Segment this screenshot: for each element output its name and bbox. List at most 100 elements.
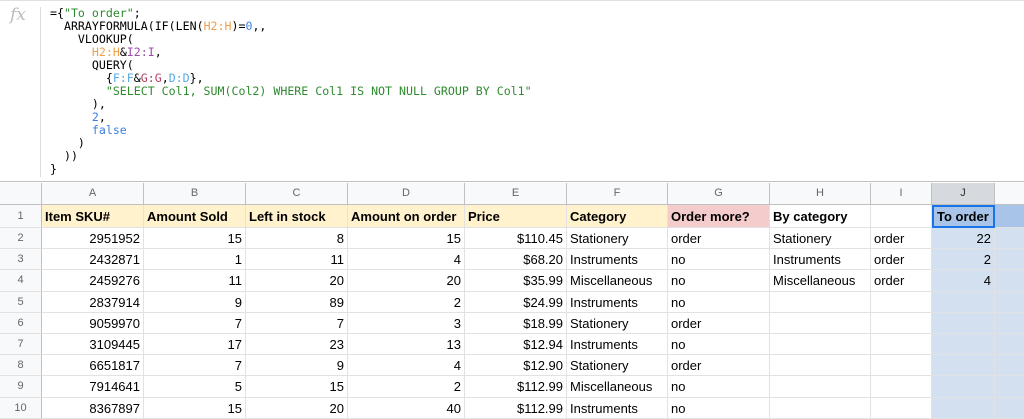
data-cell[interactable]: [770, 291, 871, 313]
row-number[interactable]: 4: [0, 270, 42, 292]
header-cell[interactable]: Amount Sold: [144, 205, 246, 228]
data-cell[interactable]: Stationery: [770, 228, 871, 250]
data-cell[interactable]: order: [871, 249, 932, 271]
row-number[interactable]: 1: [0, 205, 42, 228]
data-cell[interactable]: [995, 270, 1024, 292]
data-cell[interactable]: 15: [144, 397, 246, 419]
data-cell[interactable]: 9: [144, 291, 246, 313]
column-header-i[interactable]: I: [871, 183, 932, 205]
data-cell[interactable]: Stationery: [567, 228, 668, 250]
header-cell[interactable]: Order more?: [668, 205, 770, 228]
row-number[interactable]: 5: [0, 291, 42, 313]
data-cell[interactable]: [770, 355, 871, 377]
data-cell[interactable]: [871, 312, 932, 334]
data-cell[interactable]: no: [668, 376, 770, 398]
data-cell[interactable]: [932, 376, 995, 398]
data-cell[interactable]: Miscellaneous: [770, 270, 871, 292]
data-cell[interactable]: order: [668, 228, 770, 250]
data-cell[interactable]: 20: [246, 397, 348, 419]
data-cell[interactable]: 20: [348, 270, 465, 292]
column-header-e[interactable]: E: [465, 183, 567, 205]
data-cell[interactable]: [995, 334, 1024, 356]
row-number[interactable]: 8: [0, 355, 42, 377]
data-cell[interactable]: 11: [246, 249, 348, 271]
data-cell[interactable]: 2951952: [42, 228, 144, 250]
data-cell[interactable]: $18.99: [465, 312, 567, 334]
data-cell[interactable]: no: [668, 397, 770, 419]
data-cell[interactable]: $68.20: [465, 249, 567, 271]
data-cell[interactable]: [770, 334, 871, 356]
data-cell[interactable]: Instruments: [567, 397, 668, 419]
data-cell[interactable]: 7914641: [42, 376, 144, 398]
data-cell[interactable]: $24.99: [465, 291, 567, 313]
formula-bar[interactable]: fx ={"To order"; ARRAYFORMULA(IF(LEN(H2:…: [0, 0, 1024, 182]
header-cell[interactable]: Item SKU#: [42, 205, 144, 228]
row-number[interactable]: 10: [0, 397, 42, 419]
data-cell[interactable]: [871, 355, 932, 377]
data-cell[interactable]: 4: [348, 355, 465, 377]
data-cell[interactable]: 4: [348, 249, 465, 271]
data-cell[interactable]: 22: [932, 228, 995, 250]
data-cell[interactable]: no: [668, 334, 770, 356]
data-cell[interactable]: [770, 397, 871, 419]
header-cell[interactable]: [995, 205, 1024, 228]
data-cell[interactable]: 15: [144, 228, 246, 250]
data-cell[interactable]: $110.45: [465, 228, 567, 250]
data-cell[interactable]: order: [871, 228, 932, 250]
data-cell[interactable]: Instruments: [770, 249, 871, 271]
data-cell[interactable]: [871, 376, 932, 398]
data-cell[interactable]: 20: [246, 270, 348, 292]
data-cell[interactable]: $12.90: [465, 355, 567, 377]
data-cell[interactable]: [995, 355, 1024, 377]
data-cell[interactable]: [932, 291, 995, 313]
data-cell[interactable]: 23: [246, 334, 348, 356]
header-cell[interactable]: By category: [770, 205, 871, 228]
data-cell[interactable]: [995, 291, 1024, 313]
column-header-k[interactable]: K: [995, 183, 1024, 205]
column-header-b[interactable]: B: [144, 183, 246, 205]
data-cell[interactable]: [871, 397, 932, 419]
row-number[interactable]: 9: [0, 376, 42, 398]
data-cell[interactable]: 89: [246, 291, 348, 313]
header-cell[interactable]: [871, 205, 932, 228]
data-cell[interactable]: 13: [348, 334, 465, 356]
column-header-a[interactable]: A: [42, 183, 144, 205]
data-cell[interactable]: 2: [932, 249, 995, 271]
data-cell[interactable]: 15: [246, 376, 348, 398]
data-cell[interactable]: Stationery: [567, 355, 668, 377]
row-number[interactable]: 6: [0, 312, 42, 334]
data-cell[interactable]: 3: [348, 312, 465, 334]
data-cell[interactable]: 11: [144, 270, 246, 292]
select-all-corner[interactable]: [0, 183, 42, 205]
data-cell[interactable]: [770, 376, 871, 398]
data-cell[interactable]: 40: [348, 397, 465, 419]
data-cell[interactable]: 6651817: [42, 355, 144, 377]
data-cell[interactable]: 7: [144, 312, 246, 334]
data-cell[interactable]: [871, 334, 932, 356]
data-cell[interactable]: 7: [144, 355, 246, 377]
data-cell[interactable]: [932, 355, 995, 377]
data-cell[interactable]: no: [668, 270, 770, 292]
data-cell[interactable]: 2: [348, 376, 465, 398]
data-cell[interactable]: 4: [932, 270, 995, 292]
data-cell[interactable]: [770, 312, 871, 334]
data-cell[interactable]: 9: [246, 355, 348, 377]
data-cell[interactable]: $35.99: [465, 270, 567, 292]
row-number[interactable]: 7: [0, 334, 42, 356]
header-cell[interactable]: Category: [567, 205, 668, 228]
row-number[interactable]: 2: [0, 228, 42, 250]
data-cell[interactable]: 2459276: [42, 270, 144, 292]
data-cell[interactable]: 2837914: [42, 291, 144, 313]
data-cell[interactable]: [995, 228, 1024, 250]
data-cell[interactable]: 9059970: [42, 312, 144, 334]
column-header-c[interactable]: C: [246, 183, 348, 205]
header-cell[interactable]: To order: [932, 205, 995, 228]
data-cell[interactable]: 1: [144, 249, 246, 271]
column-header-d[interactable]: D: [348, 183, 465, 205]
column-header-f[interactable]: F: [567, 183, 668, 205]
data-cell[interactable]: [995, 376, 1024, 398]
data-cell[interactable]: 17: [144, 334, 246, 356]
data-cell[interactable]: Miscellaneous: [567, 270, 668, 292]
data-cell[interactable]: 3109445: [42, 334, 144, 356]
data-cell[interactable]: order: [668, 355, 770, 377]
